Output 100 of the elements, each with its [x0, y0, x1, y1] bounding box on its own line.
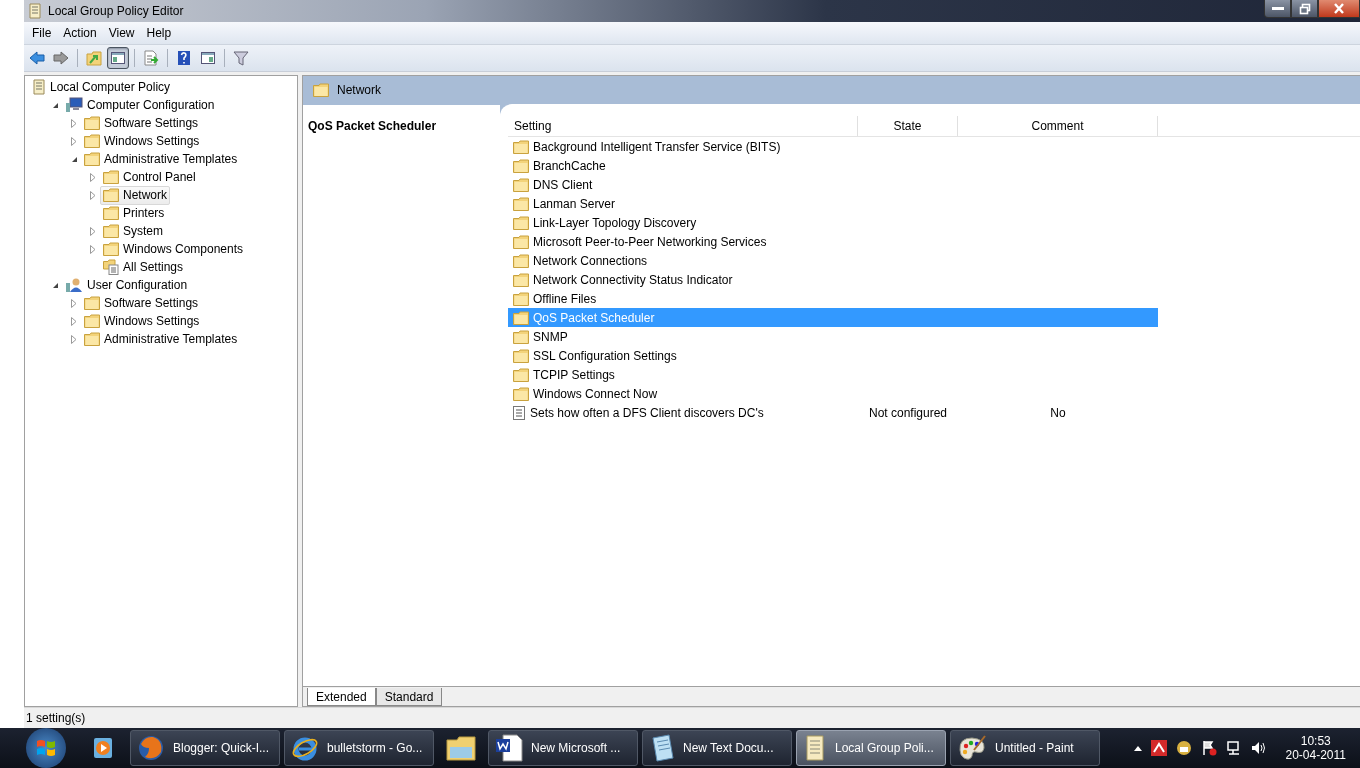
taskbar-button[interactable]: Blogger: Quick-I... — [130, 730, 280, 766]
collapsed-arrow-icon[interactable] — [71, 136, 77, 146]
table-cell: Windows Connect Now — [533, 386, 658, 401]
tree-pane-button[interactable] — [107, 47, 129, 69]
table-cell: DNS Client — [533, 177, 593, 192]
column-header[interactable]: State — [858, 116, 958, 136]
table-row[interactable]: BranchCache — [508, 156, 1360, 175]
tree-item[interactable]: Software Settings — [81, 113, 202, 133]
tree-item[interactable]: Windows Components — [100, 239, 247, 259]
expanded-arrow-icon[interactable] — [51, 281, 59, 289]
browser-globe-icon — [137, 734, 165, 762]
column-header[interactable]: Comment — [958, 116, 1158, 136]
folder-icon — [84, 134, 100, 148]
taskbar-button[interactable]: New Microsoft ... — [488, 730, 638, 766]
expanded-arrow-icon[interactable] — [51, 101, 59, 109]
tree-item[interactable]: Computer Configuration — [62, 95, 218, 115]
table-cell: Microsoft Peer-to-Peer Networking Services — [533, 234, 767, 249]
table-row[interactable]: Network Connections — [508, 251, 1360, 270]
tree-item[interactable]: User Configuration — [62, 275, 191, 295]
menu-item[interactable]: Help — [140, 24, 178, 42]
speaker-icon[interactable] — [1250, 740, 1267, 756]
tree-item[interactable]: Windows Settings — [81, 311, 203, 331]
tree-item[interactable]: Administrative Templates — [81, 329, 241, 349]
folder-icon — [103, 206, 119, 220]
tree-item[interactable]: Windows Settings — [81, 131, 203, 151]
table-cell: QoS Packet Scheduler — [533, 310, 655, 325]
minimize-button[interactable] — [1264, 0, 1291, 18]
collapsed-arrow-icon[interactable] — [71, 118, 77, 128]
close-button[interactable] — [1318, 0, 1360, 18]
collapsed-arrow-icon[interactable] — [71, 334, 77, 344]
clock-time[interactable]: 10:53 — [1300, 734, 1331, 748]
tree-item[interactable]: Local Computer Policy — [29, 77, 174, 97]
table-row[interactable]: DNS Client — [508, 175, 1360, 194]
table-cell: Offline Files — [533, 291, 597, 306]
collapsed-arrow-icon[interactable] — [71, 298, 77, 308]
document-w-icon — [495, 734, 523, 762]
folder-icon — [103, 170, 119, 184]
folder-icon — [103, 188, 119, 202]
start-button[interactable] — [26, 728, 66, 768]
column-header[interactable]: Setting — [508, 116, 858, 136]
menu-item[interactable]: File — [26, 24, 58, 42]
messenger-tray-icon[interactable] — [1175, 740, 1192, 756]
scroll-icon — [28, 3, 42, 19]
collapsed-arrow-icon[interactable] — [90, 244, 96, 254]
window-title: Local Group Policy Editor — [48, 4, 184, 18]
tree-item[interactable]: Administrative Templates — [81, 149, 241, 169]
collapsed-arrow-icon[interactable] — [71, 316, 77, 326]
table-row[interactable]: Microsoft Peer-to-Peer Networking Services — [508, 232, 1360, 251]
table-row[interactable]: Windows Connect Now — [508, 384, 1360, 403]
folder-icon — [513, 367, 529, 382]
tree-item[interactable]: All Settings — [100, 257, 187, 277]
tree-item[interactable]: Control Panel — [100, 167, 199, 187]
folder-icon — [84, 152, 100, 166]
table-row[interactable]: Link-Layer Topology Discovery — [508, 213, 1360, 232]
tree-item[interactable]: Network — [100, 185, 170, 205]
tree-item[interactable]: Printers — [100, 203, 168, 223]
folder-icon — [84, 116, 100, 130]
show-hidden-icons-icon[interactable] — [1133, 745, 1142, 751]
menu-item[interactable]: Action — [57, 24, 103, 42]
pane-header-title: Network — [337, 83, 381, 97]
table-row[interactable]: Network Connectivity Status Indicator — [508, 270, 1360, 289]
taskbar-button[interactable]: bulletstorm - Go... — [284, 730, 434, 766]
table-row[interactable]: Background Intelligent Transfer Service (BITS) — [508, 137, 1360, 156]
collapsed-arrow-icon[interactable] — [90, 172, 96, 182]
taskbar-button[interactable]: Untitled - Paint — [950, 730, 1100, 766]
media-player-icon — [91, 736, 115, 760]
tab[interactable]: Extended — [307, 688, 376, 706]
folder-icon — [513, 291, 529, 306]
folder-icon — [513, 234, 529, 249]
folder-icon — [513, 177, 529, 192]
flag-tray-icon[interactable] — [1200, 740, 1217, 756]
description-title: QoS Packet Scheduler — [308, 119, 437, 133]
taskbar-button[interactable]: Local Group Poli... — [796, 730, 946, 766]
table-cell: No — [1050, 405, 1066, 420]
table-row[interactable]: SNMP — [508, 327, 1360, 346]
export-list-icon — [143, 50, 159, 66]
network-tray-icon[interactable] — [1225, 740, 1242, 756]
table-cell: Background Intelligent Transfer Service (BITS) — [533, 139, 781, 154]
table-row[interactable]: SSL Configuration Settings — [508, 346, 1360, 365]
collapsed-arrow-icon[interactable] — [90, 226, 96, 236]
tab[interactable]: Standard — [375, 688, 443, 706]
folder-icon — [513, 310, 529, 325]
clock-date[interactable]: 20-04-2011 — [1285, 748, 1346, 762]
expanded-arrow-icon[interactable] — [70, 155, 78, 163]
settings-list-icon — [103, 259, 119, 275]
restore-button[interactable] — [1291, 0, 1318, 18]
folder-icon — [513, 196, 529, 211]
menu-item[interactable]: View — [102, 24, 141, 42]
folder-icon — [513, 386, 529, 401]
taskbar-button[interactable]: New Text Docu... — [642, 730, 792, 766]
table-row[interactable]: Offline Files — [508, 289, 1360, 308]
antivirus-tray-icon[interactable] — [1150, 740, 1167, 756]
filter-icon — [233, 50, 249, 66]
tree-item[interactable]: Software Settings — [81, 293, 202, 313]
folder-icon — [84, 314, 100, 328]
collapsed-arrow-icon[interactable] — [90, 190, 96, 200]
table-row[interactable]: Lanman Server — [508, 194, 1360, 213]
table-row[interactable]: TCPIP Settings — [508, 365, 1360, 384]
table-row[interactable]: Sets how often a DFS Client discovers DC's Not configured No — [508, 403, 1360, 422]
tree-item[interactable]: System — [100, 221, 166, 241]
